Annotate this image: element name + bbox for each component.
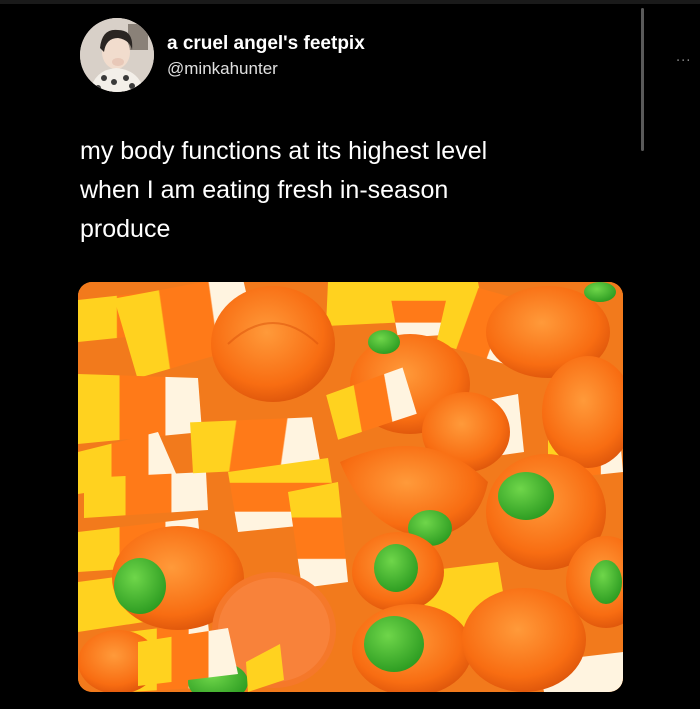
tweet-text-line: my body functions at its highest level xyxy=(80,137,488,165)
tweet-text-line: when I am eating fresh in-season xyxy=(80,176,449,204)
avatar[interactable] xyxy=(80,18,154,92)
scrollbar[interactable] xyxy=(641,8,644,151)
tweet-text-line: produce xyxy=(80,215,171,243)
profile-photo-icon xyxy=(80,18,154,92)
author-info: a cruel angel's feetpix @minkahunter xyxy=(167,32,365,80)
candy-photo-icon xyxy=(78,282,623,692)
tweet-text: my body functions at its highest level w… xyxy=(80,132,620,249)
tweet-header: a cruel angel's feetpix @minkahunter ... xyxy=(80,18,690,98)
tweet-media-photo[interactable] xyxy=(78,282,623,692)
top-border xyxy=(0,0,700,4)
display-name[interactable]: a cruel angel's feetpix xyxy=(167,32,365,56)
more-options-icon[interactable]: ... xyxy=(676,50,691,65)
user-handle[interactable]: @minkahunter xyxy=(167,58,365,80)
